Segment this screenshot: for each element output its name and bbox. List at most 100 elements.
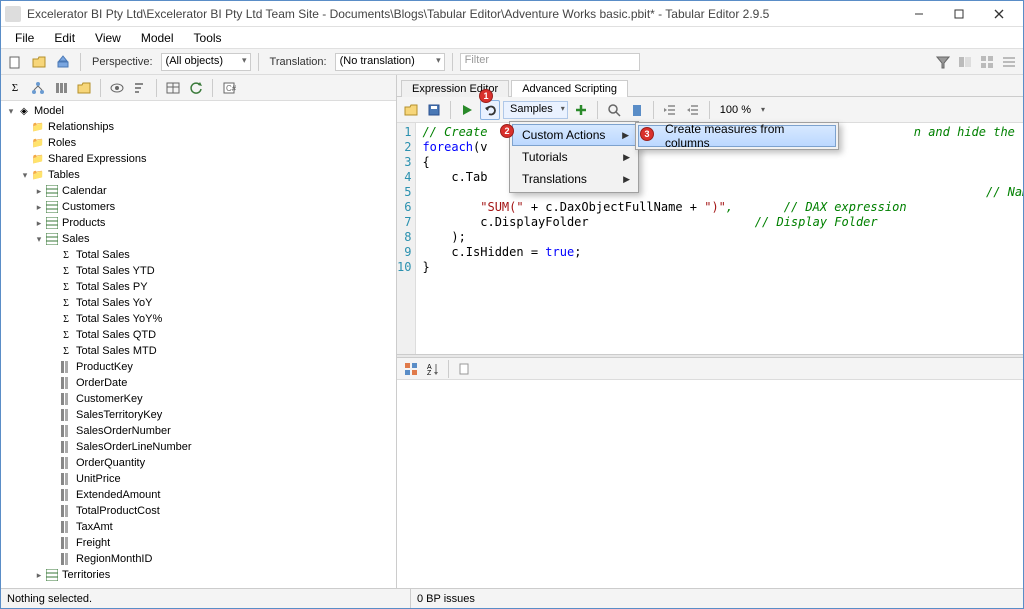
categorized-icon[interactable]: [401, 359, 421, 379]
tree-column: Freight: [1, 535, 396, 551]
badge-1: 1: [479, 89, 493, 103]
tree-measure: ΣTotal Sales YoY%: [1, 311, 396, 327]
tree-measure: ΣTotal Sales MTD: [1, 343, 396, 359]
folder-icon: 📁: [31, 136, 45, 150]
close-button[interactable]: [979, 2, 1019, 26]
column-icon: [59, 488, 73, 502]
right-pane: Expression Editor Advanced Scripting Sam…: [397, 75, 1023, 588]
samples-dropdown[interactable]: Samples: [503, 101, 568, 119]
translation-label: Translation:: [270, 56, 327, 68]
filter-icon[interactable]: [933, 52, 953, 72]
prop-page-icon[interactable]: [454, 359, 474, 379]
menu-translations[interactable]: Translations▶: [512, 168, 636, 190]
menu-tutorials[interactable]: Tutorials▶: [512, 146, 636, 168]
tab-advanced-scripting[interactable]: Advanced Scripting: [511, 80, 628, 97]
column-icon: [59, 392, 73, 406]
hierarchy-icon[interactable]: [28, 78, 48, 98]
tree-column: SalesOrderNumber: [1, 423, 396, 439]
zoom-select[interactable]: 100 %: [716, 103, 765, 117]
save-script-icon[interactable]: [424, 100, 444, 120]
bookmark-icon[interactable]: [627, 100, 647, 120]
column-icon: [59, 376, 73, 390]
tab-expression-editor[interactable]: Expression Editor: [401, 80, 509, 97]
samples-menu: 2 Custom Actions▶ 3 Create measures from…: [509, 121, 639, 193]
sort-icon[interactable]: [130, 78, 150, 98]
new-icon[interactable]: [5, 52, 25, 72]
properties-grid[interactable]: [397, 380, 1023, 588]
tree-column: ExtendedAmount: [1, 487, 396, 503]
minimize-button[interactable]: [899, 2, 939, 26]
status-selection: Nothing selected.: [1, 589, 411, 608]
line-gutter: 12345678910: [397, 123, 416, 354]
layout-icon[interactable]: [955, 52, 975, 72]
column-icon: [59, 536, 73, 550]
tree-node-tables: ▾📁Tables: [1, 167, 396, 183]
sigma-icon[interactable]: Σ: [5, 78, 25, 98]
menu-model[interactable]: Model: [131, 29, 184, 47]
model-icon: ◈: [17, 104, 31, 118]
menu-edit[interactable]: Edit: [44, 29, 85, 47]
script-toolbar: Samples 100 % 1 2 Custom Actions▶: [397, 97, 1023, 123]
tree-column: SalesTerritoryKey: [1, 407, 396, 423]
column-icon[interactable]: [51, 78, 71, 98]
tree-node-products: ▸Products: [1, 215, 396, 231]
indent-icon[interactable]: [660, 100, 680, 120]
filter-input[interactable]: Filter: [460, 53, 640, 71]
run-icon[interactable]: [457, 100, 477, 120]
measure-icon: Σ: [59, 328, 73, 342]
tree-column: TotalProductCost: [1, 503, 396, 519]
window-title: Excelerator BI Pty Ltd\Excelerator BI Pt…: [27, 7, 899, 21]
outdent-icon[interactable]: [683, 100, 703, 120]
perspective-select[interactable]: (All objects): [161, 53, 251, 71]
main-area: Σ C# ▾◈Model 📁Relationships 📁Roles 📁Shar…: [1, 75, 1023, 588]
window: Excelerator BI Pty Ltd\Excelerator BI Pt…: [0, 0, 1024, 609]
script-icon[interactable]: C#: [219, 78, 239, 98]
measure-icon: Σ: [59, 248, 73, 262]
menu-file[interactable]: File: [5, 29, 44, 47]
column-icon: [59, 504, 73, 518]
properties-pane: AZ: [397, 358, 1023, 588]
open-icon[interactable]: [29, 52, 49, 72]
menu-custom-actions[interactable]: Custom Actions▶ 3 Create measures from c…: [512, 124, 636, 146]
menu-view[interactable]: View: [85, 29, 131, 47]
table-view-icon[interactable]: [163, 78, 183, 98]
eye-icon[interactable]: [107, 78, 127, 98]
measure-icon: Σ: [59, 312, 73, 326]
tree-node-calendar: ▸Calendar: [1, 183, 396, 199]
main-toolbar: Perspective: (All objects) Translation: …: [1, 49, 1023, 75]
svg-text:Z: Z: [427, 370, 432, 376]
list-icon[interactable]: [999, 52, 1019, 72]
badge-2: 2: [500, 124, 514, 138]
tree-pane: Σ C# ▾◈Model 📁Relationships 📁Roles 📁Shar…: [1, 75, 397, 588]
column-icon: [59, 456, 73, 470]
grid-icon[interactable]: [977, 52, 997, 72]
code-area[interactable]: // Create n and hide the column. foreach…: [416, 123, 1023, 354]
model-tree[interactable]: ▾◈Model 📁Relationships 📁Roles 📁Shared Ex…: [1, 101, 396, 588]
add-icon[interactable]: [571, 100, 591, 120]
deploy-icon[interactable]: [53, 52, 73, 72]
svg-text:C#: C#: [226, 84, 236, 93]
column-icon: [59, 552, 73, 566]
sort-az-icon[interactable]: AZ: [423, 359, 443, 379]
table-icon: [45, 184, 59, 198]
measure-icon: Σ: [59, 296, 73, 310]
menu-create-measures[interactable]: Create measures from columns: [638, 125, 836, 147]
translation-select[interactable]: (No translation): [335, 53, 445, 71]
tree-column: ProductKey: [1, 359, 396, 375]
tree-column: RegionMonthID: [1, 551, 396, 567]
tree-column: CustomerKey: [1, 391, 396, 407]
menu-tools[interactable]: Tools: [184, 29, 232, 47]
perspective-label: Perspective:: [92, 56, 153, 68]
find-icon[interactable]: [604, 100, 624, 120]
table-icon: [45, 568, 59, 582]
folder-icon[interactable]: [74, 78, 94, 98]
refresh-icon[interactable]: [186, 78, 206, 98]
column-icon: [59, 408, 73, 422]
code-editor[interactable]: 12345678910 // Create n and hide the col…: [397, 123, 1023, 354]
open-script-icon[interactable]: [401, 100, 421, 120]
properties-toolbar: AZ: [397, 358, 1023, 380]
tree-node-customers: ▸Customers: [1, 199, 396, 215]
custom-actions-submenu: 3 Create measures from columns: [635, 122, 839, 150]
maximize-button[interactable]: [939, 2, 979, 26]
table-icon: [45, 216, 59, 230]
